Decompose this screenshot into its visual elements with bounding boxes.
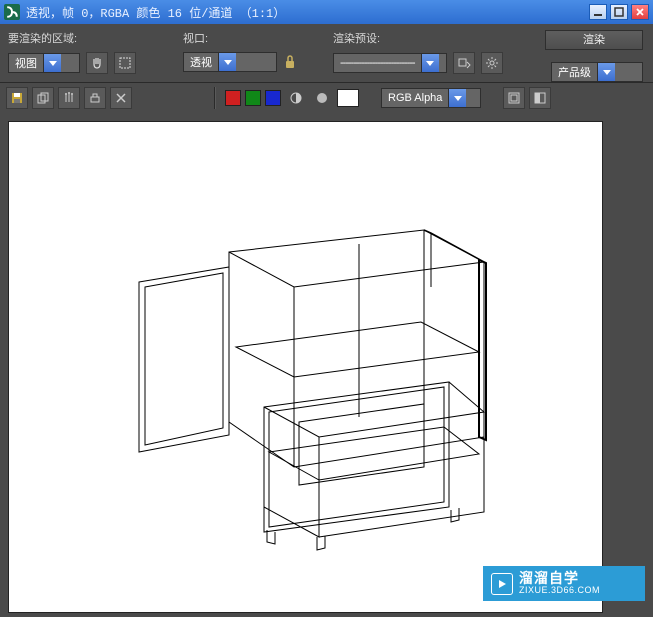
watermark-badge: 溜溜自学 ZIXUE.3D66.COM [483,566,645,601]
copy-button[interactable] [32,87,54,109]
watermark-title: 溜溜自学 [519,571,600,586]
delete-button[interactable] [110,87,132,109]
separator [214,87,215,109]
render-viewport-area: 溜溜自学 ZIXUE.3D66.COM [0,113,653,617]
save-button[interactable] [6,87,28,109]
area-label: 要渲染的区域: [8,30,183,46]
red-channel-swatch[interactable] [225,90,241,106]
area-combo[interactable]: 视图 [8,53,80,73]
blue-channel-swatch[interactable] [265,90,281,106]
viewport-label: 视口: [183,30,333,46]
title-bar: 透视，帧 0，RGBA 颜色 16 位/通道 （1:1） [0,0,653,24]
render-controls-bar: 要渲染的区域: 视图 视口: 透视 渲染预设: [0,24,653,82]
print-button[interactable] [84,87,106,109]
channel-combo[interactable]: RGB Alpha [381,88,481,108]
play-icon [491,573,513,595]
preset-combo[interactable]: ---------------------------- [333,53,447,73]
preset-label: 渲染预设: [333,30,543,46]
lock-icon[interactable] [283,53,297,71]
chevron-down-icon [43,54,61,72]
app-icon [4,4,20,20]
clone-button[interactable] [58,87,80,109]
rendered-wireframe [9,122,604,614]
chevron-down-icon [218,53,236,71]
chevron-down-icon [448,89,466,107]
chevron-down-icon [421,54,439,72]
green-channel-swatch[interactable] [245,90,261,106]
bg-color-swatch[interactable] [337,89,359,107]
render-canvas [8,121,603,613]
render-button[interactable]: 渲染 [545,30,643,50]
frame-buffer-button[interactable] [503,87,525,109]
preset-pick-button[interactable] [453,52,475,74]
quality-combo[interactable]: 产品级 [551,62,643,82]
settings-button[interactable] [481,52,503,74]
window-title: 透视，帧 0，RGBA 颜色 16 位/通道 （1:1） [26,4,589,21]
alpha-toggle-button[interactable] [285,87,307,109]
mono-toggle-button[interactable] [311,87,333,109]
viewport-combo[interactable]: 透视 [183,52,277,72]
region-tool-button[interactable] [114,52,136,74]
secondary-toolbar: RGB Alpha [0,83,653,113]
chevron-down-icon [597,63,615,81]
close-button[interactable] [631,4,649,20]
display-mode-button[interactable] [529,87,551,109]
maximize-button[interactable] [610,4,628,20]
watermark-url: ZIXUE.3D66.COM [519,586,600,596]
pan-tool-button[interactable] [86,52,108,74]
minimize-button[interactable] [589,4,607,20]
